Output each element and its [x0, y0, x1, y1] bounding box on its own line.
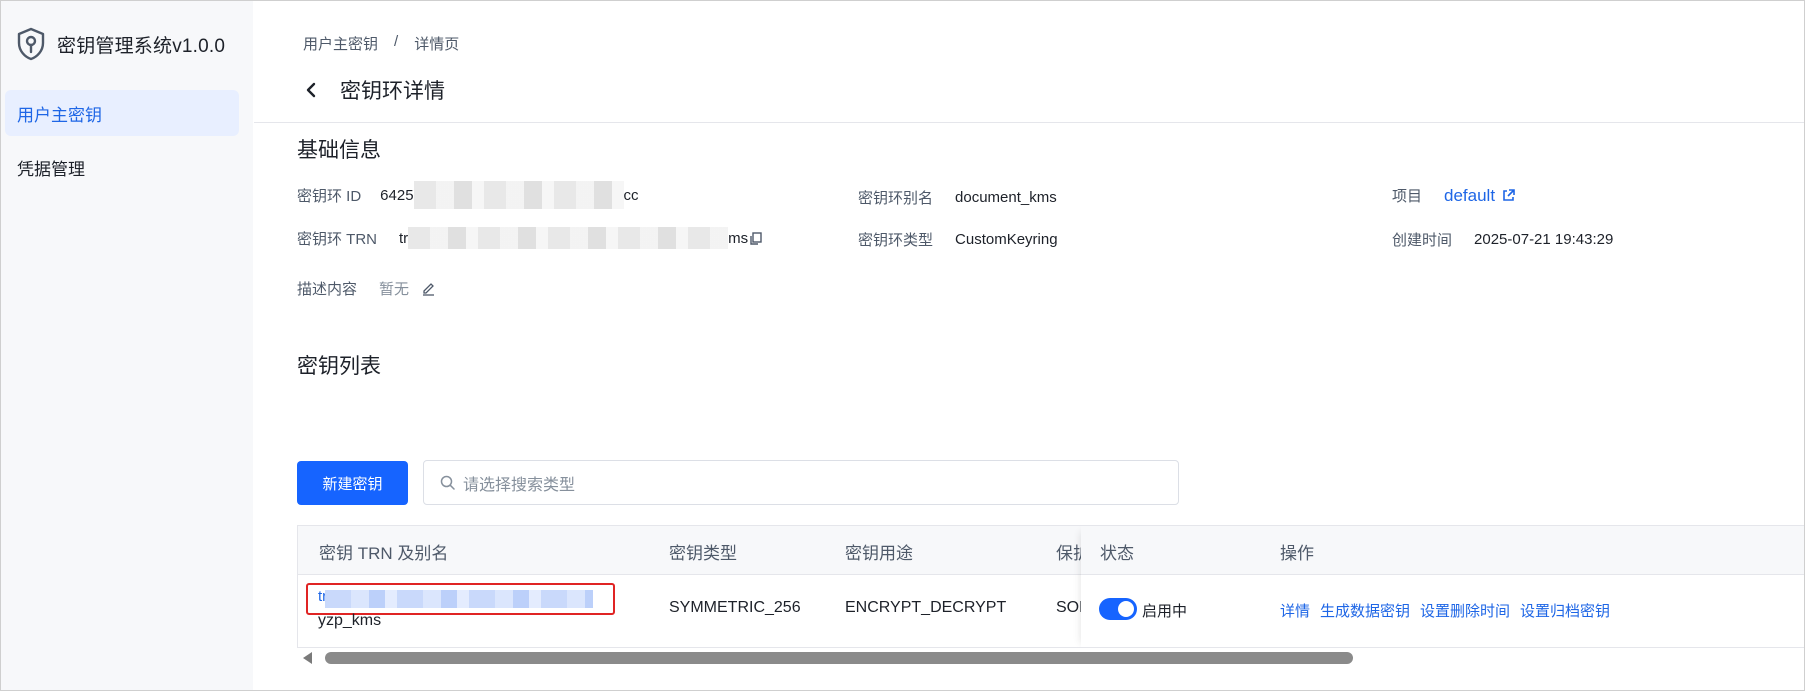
keys-table: 密钥 TRN 及别名 密钥类型 密钥用途 保护 tr yzp_kms SYMME…: [297, 525, 1804, 648]
keyring-alias-field: 密钥环别名 document_kms: [858, 187, 1057, 208]
new-key-button[interactable]: 新建密钥: [297, 461, 408, 505]
search-icon: [440, 475, 455, 490]
action-set-deletion-time[interactable]: 设置删除时间: [1420, 600, 1510, 621]
created-time-value: 2025-07-21 19:43:29: [1474, 231, 1614, 248]
keyring-trn-suffix: ms: [728, 229, 749, 247]
keyring-trn-label: 密钥环 TRN: [297, 230, 377, 248]
key-alias: yzp_kms: [318, 612, 382, 629]
action-generate-data-key[interactable]: 生成数据密钥: [1320, 600, 1410, 621]
column-header-key-type: 密钥类型: [669, 544, 737, 563]
column-header-status: 状态: [1100, 544, 1134, 563]
keyring-trn-field: 密钥环 TRN tr ms: [297, 227, 763, 249]
keyring-id-suffix: cc: [623, 186, 639, 204]
created-time-label: 创建时间: [1392, 232, 1453, 249]
created-time-field: 创建时间 2025-07-21 19:43:29: [1392, 229, 1613, 250]
status-text: 启用中: [1142, 603, 1188, 620]
section-title-keys: 密钥列表: [297, 355, 381, 378]
page-title: 密钥环详情: [340, 80, 445, 103]
page-title-row: 密钥环详情: [304, 75, 445, 105]
sidebar-item-user-master-key[interactable]: 用户主密钥: [5, 90, 239, 136]
project-field: 项目 default: [1392, 185, 1516, 206]
project-link[interactable]: default: [1444, 186, 1495, 206]
sidebar-item-label: 凭据管理: [17, 159, 85, 179]
action-details[interactable]: 详情: [1280, 600, 1310, 621]
section-title-basic: 基础信息: [297, 139, 381, 162]
main-content: 基础信息 密钥环 ID 6425 cc 密钥环别名 document_kms 项…: [254, 124, 1804, 690]
breadcrumb: 用户主密钥 / 详情页: [303, 33, 459, 54]
description-field: 描述内容 暂无: [297, 278, 436, 299]
column-header-trn: 密钥 TRN 及别名: [319, 544, 449, 563]
redacted-value: [408, 227, 729, 249]
app-title: 密钥管理系统v1.0.0: [57, 35, 226, 57]
description-value: 暂无: [379, 281, 410, 298]
description-label: 描述内容: [297, 281, 358, 298]
sidebar-item-credentials[interactable]: 凭据管理: [5, 144, 239, 190]
keyring-id-label: 密钥环 ID: [297, 187, 362, 205]
redacted-value: [413, 181, 624, 209]
status-toggle[interactable]: [1099, 598, 1137, 620]
search-placeholder: 请选择搜索类型: [463, 476, 576, 494]
column-header-usage: 密钥用途: [845, 544, 913, 563]
scroll-thumb[interactable]: [325, 652, 1353, 664]
breadcrumb-separator: /: [394, 33, 399, 50]
copy-icon[interactable]: [748, 231, 763, 246]
keyring-id-field: 密钥环 ID 6425 cc: [297, 181, 639, 209]
toggle-knob: [1118, 601, 1134, 617]
fixed-right-columns: 状态 操作 启用中 详情 生成数据密钥 设置删除时间 设置归档密钥: [1081, 526, 1804, 647]
breadcrumb-current: 详情页: [414, 36, 460, 53]
redacted-trn[interactable]: [325, 590, 593, 608]
sidebar-item-label: 用户主密钥: [17, 105, 102, 125]
shield-key-icon: [17, 27, 45, 61]
page-header: 用户主密钥 / 详情页 密钥环详情: [254, 1, 1804, 123]
breadcrumb-link-user-master-key[interactable]: 用户主密钥: [303, 33, 378, 54]
row-actions: 详情 生成数据密钥 设置删除时间 设置归档密钥: [1280, 600, 1610, 621]
keyring-type-field: 密钥环类型 CustomKeyring: [858, 229, 1058, 250]
key-usage-cell: ENCRYPT_DECRYPT: [845, 599, 1007, 616]
edit-icon[interactable]: [421, 281, 436, 296]
scroll-left-arrow-icon[interactable]: [303, 652, 312, 664]
keyring-type-label: 密钥环类型: [858, 232, 934, 249]
chevron-left-icon[interactable]: [304, 82, 318, 98]
column-header-actions: 操作: [1280, 544, 1314, 563]
search-input[interactable]: 请选择搜索类型: [423, 460, 1179, 505]
brand: 密钥管理系统v1.0.0: [15, 27, 225, 61]
keyring-type-value: CustomKeyring: [955, 231, 1058, 248]
fixed-header: 状态 操作: [1081, 526, 1804, 575]
external-link-icon[interactable]: [1501, 188, 1516, 203]
keyring-trn-prefix: tr: [399, 229, 409, 247]
action-set-archive-key[interactable]: 设置归档密钥: [1520, 600, 1610, 621]
keyring-id-prefix: 6425: [380, 186, 414, 204]
project-label: 项目: [1392, 188, 1423, 205]
sidebar: 密钥管理系统v1.0.0 用户主密钥 凭据管理: [1, 1, 253, 690]
keyring-alias-label: 密钥环别名: [858, 190, 934, 207]
key-type-cell: SYMMETRIC_256: [669, 599, 801, 616]
keyring-alias-value: document_kms: [955, 189, 1057, 206]
horizontal-scrollbar[interactable]: [297, 648, 1804, 666]
